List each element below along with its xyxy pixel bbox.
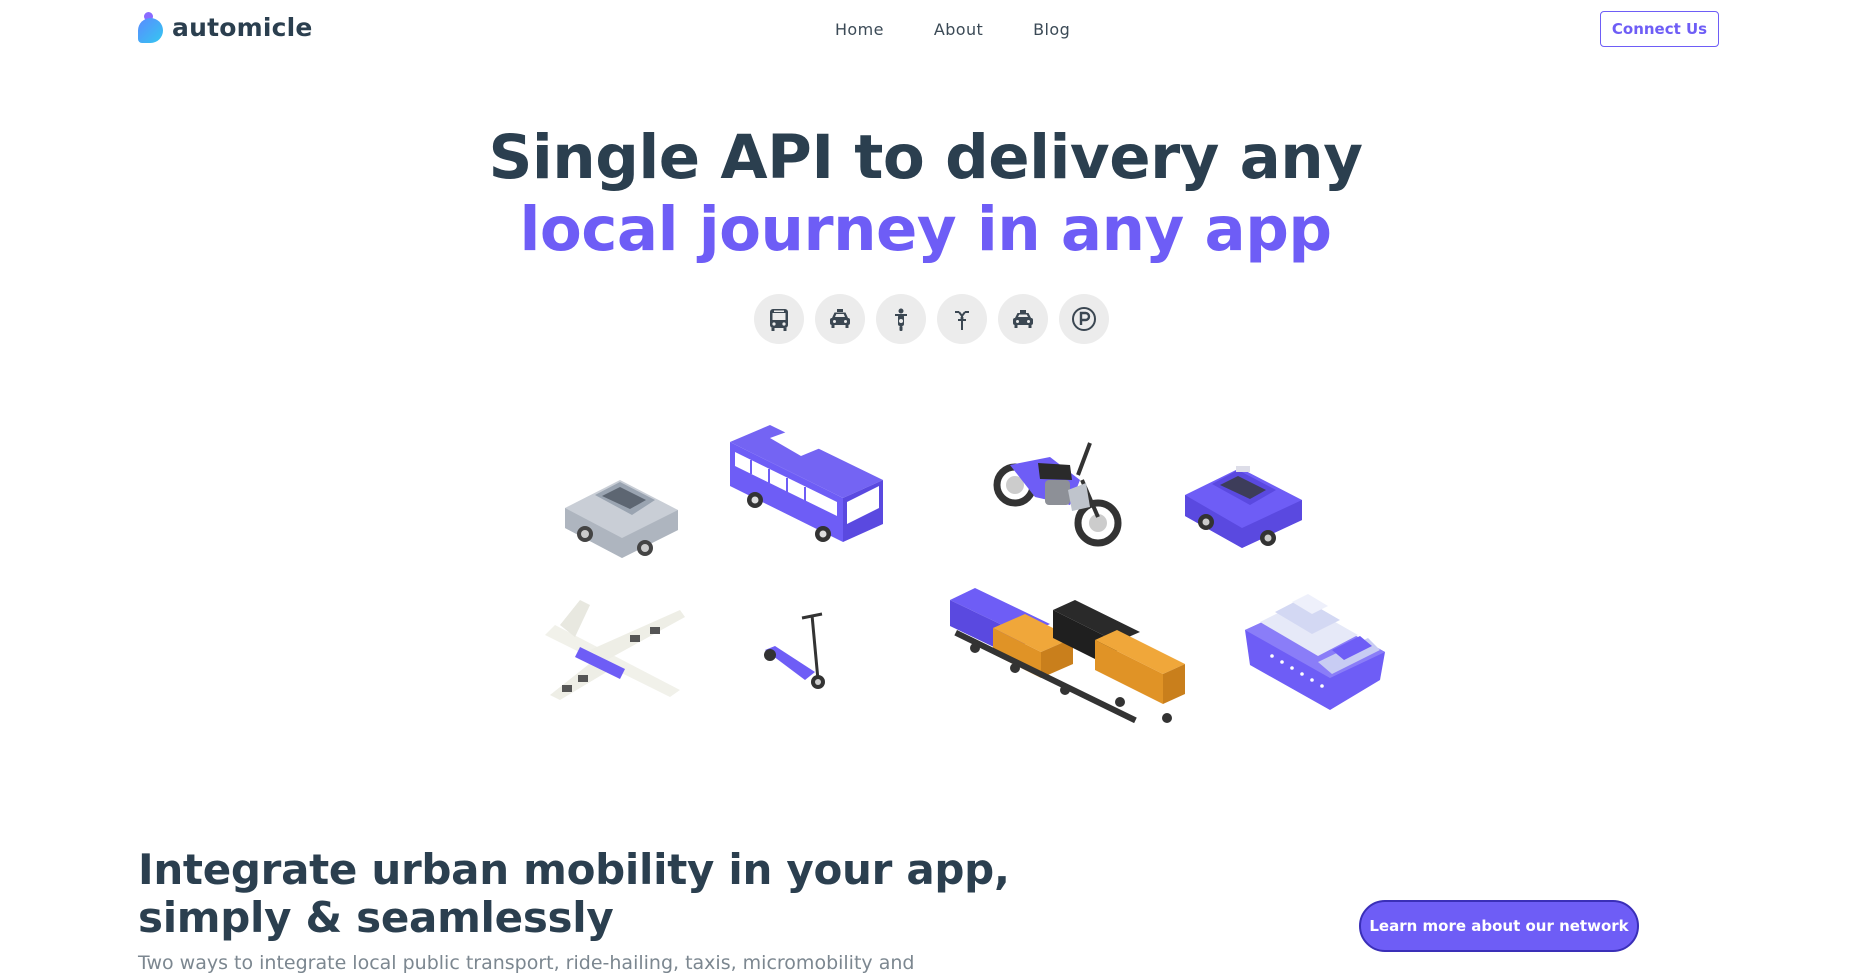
kick-scooter-illustration [764,612,825,689]
hero-title-line1: Single API to delivery any [488,122,1363,193]
taxi-icon [815,294,865,344]
transport-modes [754,294,1109,344]
brand-logo[interactable]: automicle [138,12,313,43]
bus-icon [754,294,804,344]
hero-title-line2: local journey in any app [519,194,1332,265]
learn-more-button[interactable]: Learn more about our network [1359,900,1639,952]
top-nav: automicle Home About Blog Connect Us [0,0,1851,60]
train-illustration [950,588,1185,724]
car-icon [998,294,1048,344]
cruise-ship-illustration [1245,594,1385,710]
section-title: Integrate urban mobility in your app, si… [138,846,1010,942]
section-subtitle: Two ways to integrate local public trans… [138,952,915,974]
taxi-illustration [1185,466,1302,548]
hero-title: Single API to delivery any local journey… [0,122,1851,266]
car-illustration [565,480,678,558]
nav-home-link[interactable]: Home [835,20,884,39]
vehicle-illustrations [520,410,1400,730]
section-title-line1: Integrate urban mobility in your app, [138,845,1010,894]
parking-icon [1059,294,1109,344]
bike-icon [937,294,987,344]
bus-illustration [730,425,883,542]
nav-about-link[interactable]: About [934,20,983,39]
section-title-line2: simply & seamlessly [138,893,614,942]
airplane-illustration [545,600,685,700]
scooter-icon [876,294,926,344]
connect-us-button[interactable]: Connect Us [1600,11,1719,47]
logo-icon [138,12,163,43]
motorcycle-illustration [993,442,1122,547]
brand-name: automicle [172,12,313,42]
main-menu: Home About Blog [835,20,1070,39]
nav-blog-link[interactable]: Blog [1033,20,1070,39]
